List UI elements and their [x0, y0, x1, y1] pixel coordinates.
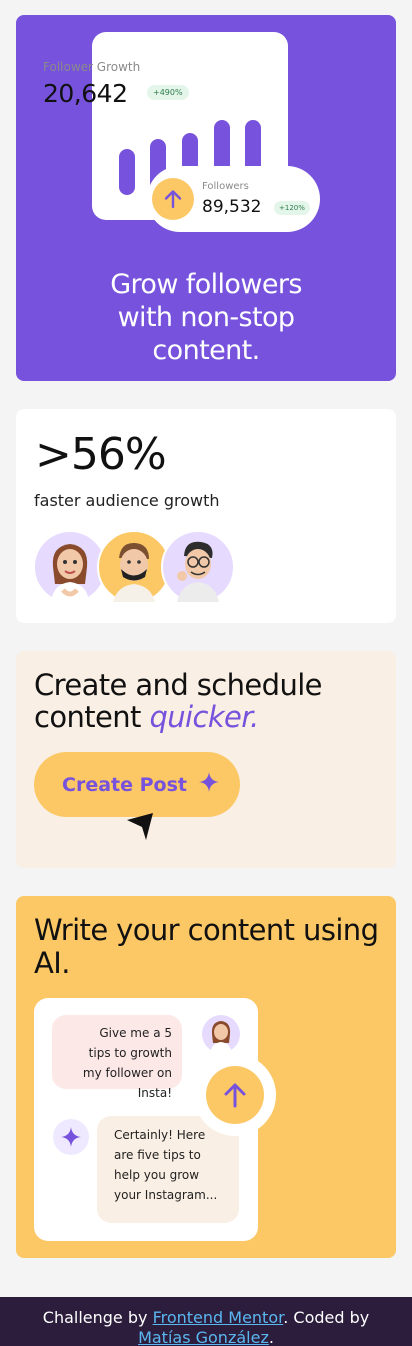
follower-growth-value: 20,642: [43, 79, 128, 108]
footer-suffix: .: [268, 1328, 274, 1346]
create-post-button[interactable]: Create Post: [34, 752, 240, 817]
frontend-mentor-link[interactable]: Frontend Mentor: [153, 1308, 284, 1327]
growth-stat-subtitle: faster audience growth: [34, 491, 220, 510]
avatar-man-glasses: [161, 530, 235, 604]
cursor-arrow-icon: [124, 810, 158, 848]
follower-growth-title: Follower Growth: [43, 60, 141, 74]
stats-card: >56% faster audience growth: [16, 409, 396, 623]
create-post-label: Create Post: [62, 773, 187, 796]
growth-heading: Grow followers with non-stop content.: [110, 269, 302, 366]
schedule-heading: Create and schedule content quicker.: [34, 669, 396, 733]
user-message-bubble: Give me a 5 tips to growth my follower o…: [52, 1015, 182, 1100]
growth-badge: +490%: [147, 85, 189, 100]
chat-preview: Give me a 5 tips to growth my follower o…: [34, 998, 276, 1241]
followers-label: Followers: [202, 181, 249, 192]
avatar-woman: [33, 530, 107, 604]
ai-heading: Write your content using AI.: [34, 913, 379, 980]
arrow-up-icon[interactable]: [206, 1066, 264, 1124]
ai-message-text: Certainly! Here are five tips to help yo…: [114, 1128, 218, 1202]
ai-sparkle-icon: [53, 1119, 89, 1155]
schedule-card: Create and schedule content quicker. Cre…: [16, 651, 396, 868]
author-link[interactable]: Matías González: [138, 1328, 269, 1346]
user-message-text: Give me a 5 tips to growth my follower o…: [82, 1026, 172, 1100]
followers-badge: +120%: [274, 201, 310, 215]
ai-card: Write your content using AI. Give me a 5…: [16, 896, 396, 1258]
footer-prefix: Challenge by: [42, 1308, 153, 1327]
growth-bar: [119, 149, 135, 195]
avatar-man-mask: [97, 530, 171, 604]
schedule-heading-accent: quicker.: [149, 700, 259, 734]
footer: Challenge by Frontend Mentor. Coded by M…: [0, 1297, 412, 1346]
followers-value: 89,532: [202, 197, 262, 217]
followers-pill: Followers 89,532 +120%: [147, 166, 320, 232]
growth-card: Follower Growth 20,642 +490% Followers 8…: [16, 15, 396, 381]
user-avatar: [202, 1015, 240, 1053]
sparkle-icon: [198, 772, 219, 797]
arrow-up-icon: [152, 178, 194, 220]
footer-middle: . Coded by: [283, 1308, 370, 1327]
growth-stat: >56%: [35, 429, 167, 480]
